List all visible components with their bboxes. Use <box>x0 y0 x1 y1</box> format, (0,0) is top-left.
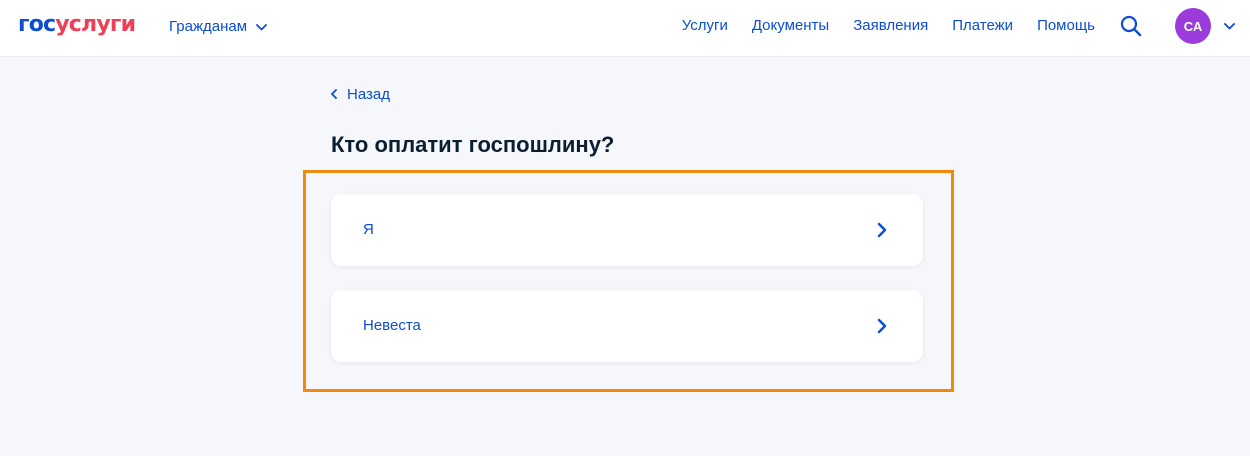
option-bride[interactable]: Невеста <box>331 290 923 362</box>
nav-item-help[interactable]: Помощь <box>1037 16 1095 36</box>
search-button[interactable] <box>1119 13 1143 39</box>
nav-item-payments[interactable]: Платежи <box>952 16 1013 36</box>
audience-selector-label: Гражданам <box>169 18 248 35</box>
nav-item-applications[interactable]: Заявления <box>853 16 928 36</box>
logo-part-gos: гос <box>18 12 56 37</box>
nav-item-documents[interactable]: Документы <box>752 16 829 36</box>
nav-item-services[interactable]: Услуги <box>682 16 728 36</box>
option-label: Я <box>363 221 374 238</box>
user-avatar[interactable]: СА <box>1175 8 1211 44</box>
audience-selector[interactable]: Гражданам <box>169 16 267 38</box>
search-icon <box>1120 15 1142 37</box>
gosuslugi-logo[interactable]: госуслуги <box>18 11 136 39</box>
chevron-right-icon <box>877 318 887 334</box>
logo-part-uslugi: услуги <box>55 12 136 37</box>
page-title: Кто оплатит госпошлину? <box>331 132 615 157</box>
chevron-down-icon <box>1223 22 1235 29</box>
site-header: госуслуги Гражданам Услуги Документы Зая… <box>0 0 1250 57</box>
back-link-label: Назад <box>347 85 390 103</box>
user-initials: СА <box>1183 18 1203 34</box>
back-link[interactable]: Назад <box>331 84 390 104</box>
option-label: Невеста <box>363 317 421 334</box>
chevron-down-icon <box>256 23 267 30</box>
user-menu-toggle[interactable] <box>1222 20 1236 32</box>
chevron-right-icon <box>877 222 887 238</box>
main-nav: Услуги Документы Заявления Платежи Помощ… <box>682 16 1095 36</box>
chevron-left-icon <box>331 89 337 99</box>
option-me[interactable]: Я <box>331 194 923 266</box>
